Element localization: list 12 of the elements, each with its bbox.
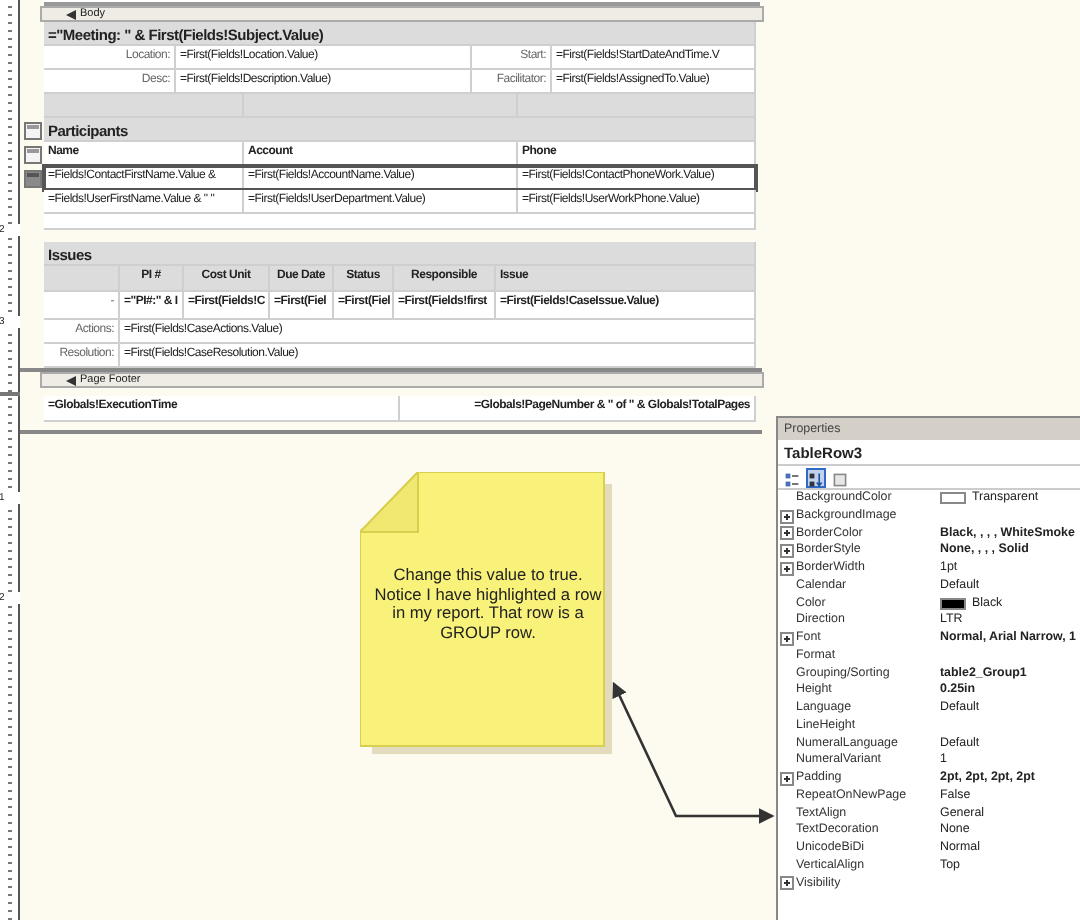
expand-icon[interactable] [780, 526, 794, 541]
row-handle-icon[interactable] [23, 145, 41, 163]
expand-icon[interactable] [780, 771, 794, 786]
expand-icon[interactable] [780, 876, 794, 891]
expand-icon[interactable] [780, 544, 794, 559]
row-handle-icon[interactable] [23, 169, 41, 187]
expand-icon[interactable] [780, 561, 794, 576]
expand-icon[interactable] [780, 509, 794, 524]
expand-icon[interactable] [780, 631, 794, 646]
sort-icon[interactable] [806, 467, 826, 487]
note-text: Change this value to true. Notice I have highlighted a row in my report. That row is a GROUP row. [372, 566, 604, 643]
row-handle-icon[interactable] [23, 121, 41, 139]
